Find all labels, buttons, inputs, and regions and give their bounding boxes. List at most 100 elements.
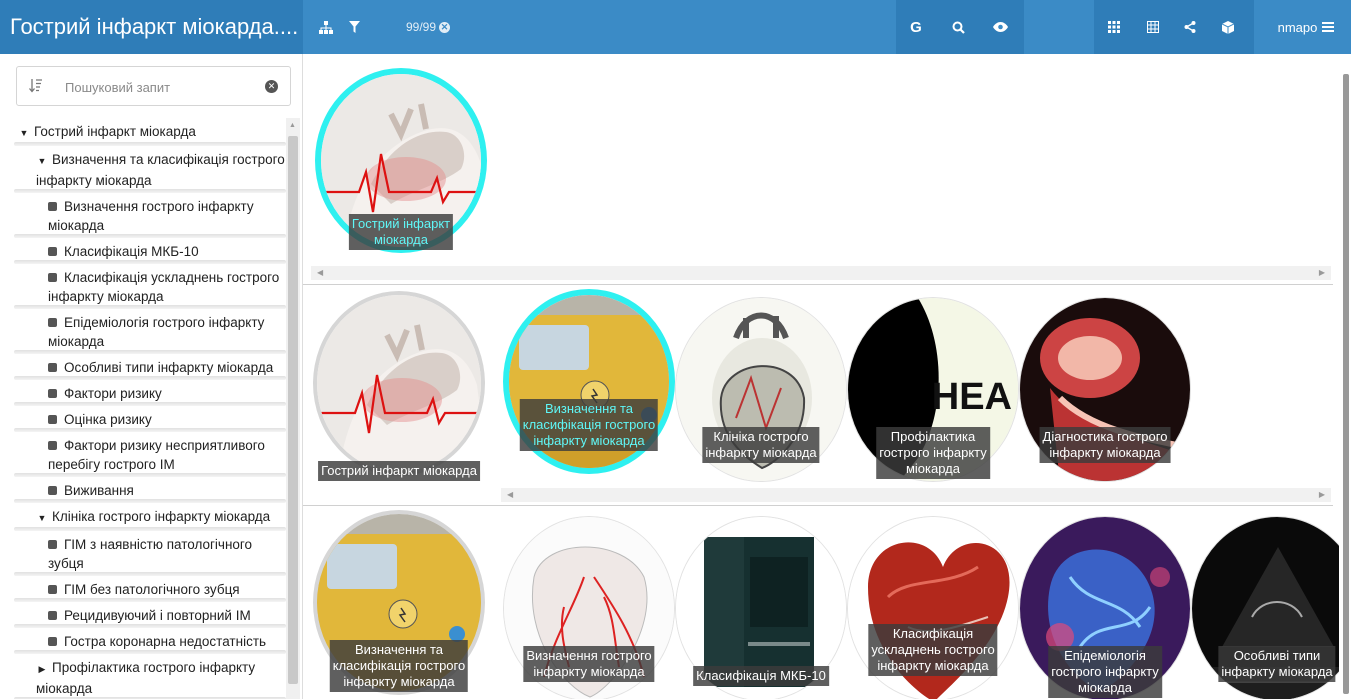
node-thumbnail[interactable]	[313, 291, 485, 476]
sort-icon[interactable]	[29, 79, 42, 93]
tree-leaf[interactable]: ГІМ з наявністю патологічного зубця	[14, 533, 286, 576]
caret-right-icon[interactable]: ▶	[36, 660, 48, 679]
leaf-square-icon	[48, 486, 57, 495]
leaf-square-icon	[48, 441, 57, 450]
scroll-right-arrow-icon[interactable]: ▶	[1319, 268, 1325, 277]
hamburger-icon	[1322, 22, 1335, 32]
clear-filter-icon[interactable]: ✕	[439, 21, 451, 33]
tree-leaf[interactable]: Виживання	[14, 479, 286, 503]
node-label: Класифікація ускладнень гострого інфаркту …	[868, 624, 998, 676]
caret-down-icon[interactable]: ▼	[36, 152, 48, 171]
leaf-square-icon	[48, 363, 57, 372]
leaf-square-icon	[48, 637, 57, 646]
search-button[interactable]	[948, 0, 968, 54]
row-divider	[303, 505, 1333, 506]
filter-counter[interactable]: 99/99 ✕	[398, 0, 458, 54]
tree-branch[interactable]: ▼ Визначення та класифікація гострого інф…	[14, 148, 286, 193]
node-card[interactable]: Гострий інфаркт міокарда	[313, 291, 485, 481]
tree-item-label: Клініка гострого інфаркту міокарда	[52, 509, 271, 524]
tree-leaf[interactable]: Визначення гострого інфаркту міокарда	[14, 195, 286, 238]
search-input[interactable]	[65, 76, 255, 98]
node-card[interactable]: Визначення та класифікація гострого інфарк…	[503, 289, 675, 474]
table-view-button[interactable]	[1143, 0, 1163, 54]
node-card[interactable]: Визначення та класифікація гострого інфарк…	[313, 510, 485, 695]
tree-leaf[interactable]: Епідеміологія гострого інфаркту міокарда	[14, 311, 286, 354]
top-bar: Гострий інфаркт міокарда.... 99/99 ✕ G n…	[0, 0, 1351, 54]
tree-leaf[interactable]: Гостра коронарна недостатність	[14, 630, 286, 654]
node-card[interactable]: Епідеміологія гострого інфаркту міокарда	[1019, 516, 1191, 699]
main-scroll-thumb[interactable]	[1343, 74, 1349, 694]
node-label: Гострий інфаркт міокарда	[318, 461, 480, 481]
node-card[interactable]: Визначення гострого інфаркту міокарда	[503, 516, 675, 699]
sitemap-icon	[319, 20, 333, 34]
leaf-square-icon	[48, 247, 57, 256]
sitemap-button[interactable]	[314, 0, 338, 54]
app-title-box[interactable]: Гострий інфаркт міокарда....	[0, 0, 303, 54]
grid-view-button[interactable]	[1104, 0, 1124, 54]
tree-item-label: Гостра коронарна недостатність	[64, 634, 267, 649]
tree-item-label: Фактори ризику	[64, 386, 162, 401]
filter-button[interactable]	[346, 0, 362, 54]
tree-item-label: Гострий інфаркт міокарда	[34, 124, 196, 139]
row-divider	[303, 284, 1333, 285]
tree-leaf[interactable]: Рецидивуючий і повторний ІМ	[14, 604, 286, 628]
grid-icon	[1108, 21, 1120, 33]
row1-hscroll[interactable]: ◀ ▶	[311, 266, 1331, 280]
level-row-children: Гострий інфаркт міокарда Визначення та кл…	[303, 289, 1339, 487]
tree-leaf[interactable]: Особливі типи інфаркту міокарда	[14, 356, 286, 380]
tree-item-label: Епідеміологія гострого інфаркту міокарда	[48, 315, 265, 349]
node-card[interactable]: Діагностика гострого інфаркту міокарда	[1019, 297, 1191, 482]
tree-item-label: Особливі типи інфаркту міокарда	[64, 360, 274, 375]
row2-hscroll[interactable]: ◀ ▶	[501, 488, 1331, 502]
node-card[interactable]: Особливі типи інфаркту міокарда	[1191, 516, 1339, 699]
sidebar-scroll-thumb[interactable]	[288, 136, 298, 684]
cube-button[interactable]	[1218, 0, 1238, 54]
node-card[interactable]: Класифікація МКБ-10	[675, 516, 847, 699]
tree-leaf[interactable]: ГІМ без патологічного зубця	[14, 578, 286, 602]
cube-icon	[1222, 20, 1234, 34]
scroll-left-arrow-icon[interactable]: ◀	[317, 268, 323, 277]
tree-branch[interactable]: ▼ Гострий інфаркт міокарда	[14, 120, 286, 146]
scroll-right-arrow-icon[interactable]: ▶	[1319, 490, 1325, 499]
scroll-left-arrow-icon[interactable]: ◀	[507, 490, 513, 499]
leaf-square-icon	[48, 540, 57, 549]
tree-item-label: Оцінка ризику	[64, 412, 152, 427]
tree-leaf[interactable]: Фактори ризику	[14, 382, 286, 406]
sidebar-scrollbar[interactable]: ▲	[286, 118, 300, 699]
tree-leaf[interactable]: Оцінка ризику	[14, 408, 286, 432]
caret-down-icon[interactable]: ▼	[36, 509, 48, 528]
node-card[interactable]: Гострий інфаркт міокарда	[315, 68, 487, 253]
share-button[interactable]	[1180, 0, 1200, 54]
tree-leaf[interactable]: Класифікація МКБ-10	[14, 240, 286, 264]
eye-icon	[992, 22, 1008, 32]
tree-item-label: Класифікація ускладнень гострого інфаркт…	[48, 270, 280, 304]
node-label: Визначення та класифікація гострого інфарк…	[519, 399, 659, 451]
node-label: Епідеміологія гострого інфаркту міокарда	[1048, 646, 1162, 698]
user-menu[interactable]: nmapo	[1266, 0, 1346, 54]
clear-search-icon[interactable]: ✕	[265, 80, 278, 93]
node-label: Гострий інфаркт міокарда	[348, 214, 454, 250]
tree-leaf[interactable]: Класифікація ускладнень гострого інфаркт…	[14, 266, 286, 309]
tree-item-label: Рецидивуючий і повторний ІМ	[64, 608, 251, 623]
tree-leaf[interactable]: Фактори ризику несприятливого перебігу г…	[14, 434, 286, 477]
tree-branch[interactable]: ▶ Профілактика гострого інфаркту міокарда	[14, 656, 286, 699]
sidebar: ✕ ▼Гострий інфаркт міокарда▼Визначення т…	[0, 54, 303, 699]
search-icon	[952, 21, 965, 34]
caret-down-icon[interactable]: ▼	[18, 124, 30, 143]
table-icon	[1147, 21, 1159, 33]
tree-item-label: Визначення гострого інфаркту міокарда	[48, 199, 254, 233]
tree-branch[interactable]: ▼ Клініка гострого інфаркту міокарда	[14, 505, 286, 531]
node-card[interactable]: Класифікація ускладнень гострого інфаркту …	[847, 516, 1019, 699]
main-scrollbar[interactable]	[1341, 74, 1351, 699]
node-card[interactable]: HEA Профілактика гострого інфаркту міокарда	[847, 297, 1019, 482]
google-button[interactable]: G	[906, 0, 926, 54]
search-box: ✕	[16, 66, 291, 106]
node-card[interactable]: Клініка гострого інфаркту міокарда	[675, 297, 847, 482]
user-name: nmapo	[1277, 19, 1318, 35]
scroll-up-arrow-icon[interactable]: ▲	[289, 122, 296, 129]
filter-icon	[348, 21, 360, 33]
view-button[interactable]	[990, 0, 1010, 54]
level-row-grandchildren: Визначення та класифікація гострого інфарк…	[303, 510, 1339, 699]
tree-item-label: Визначення та класифікація гострого інфа…	[36, 152, 285, 188]
leaf-square-icon	[48, 585, 57, 594]
